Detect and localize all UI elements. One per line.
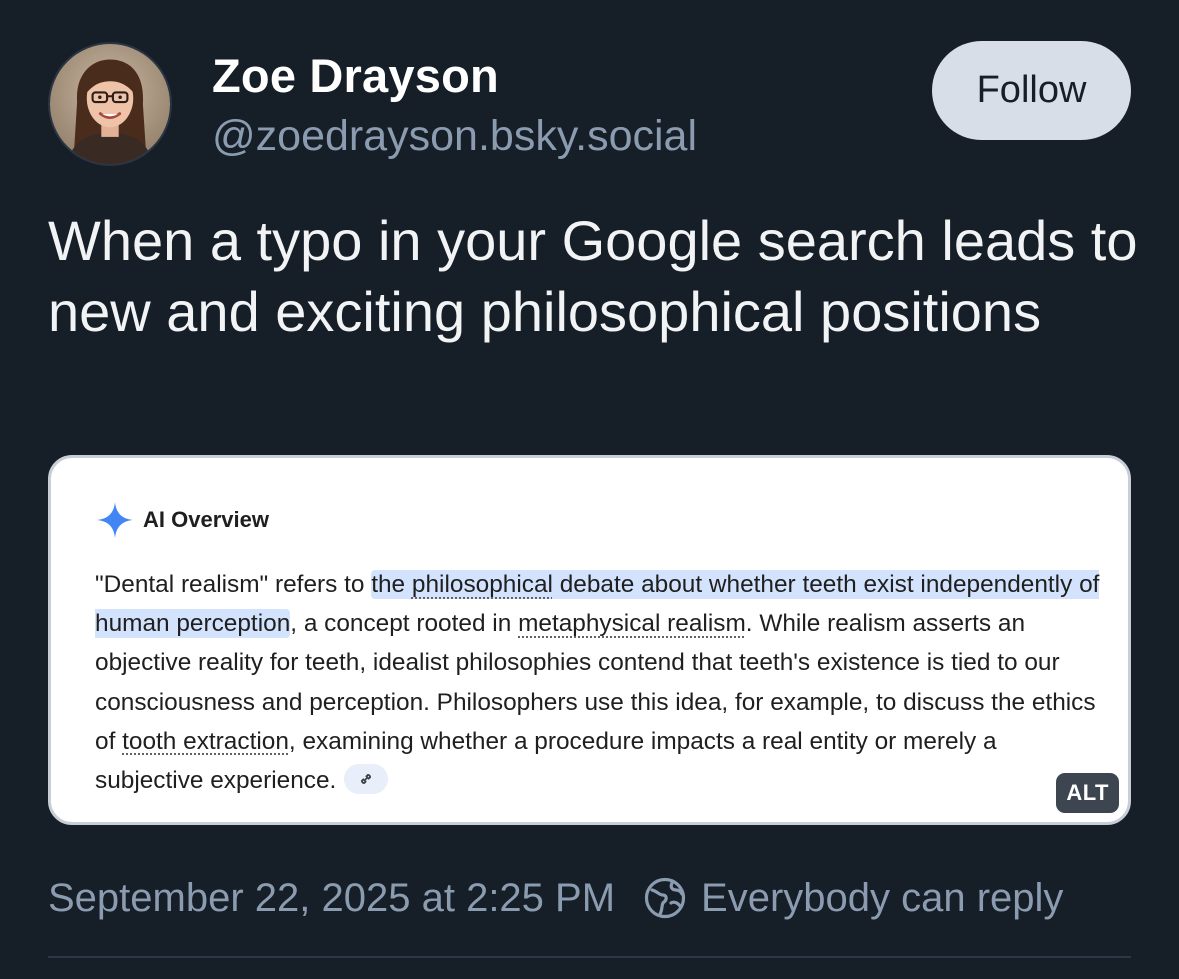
term-tooth-extraction: tooth extraction xyxy=(122,727,289,755)
post-image[interactable]: AI Overview "Dental realism" refers to t… xyxy=(48,455,1131,825)
reply-setting[interactable]: Everybody can reply xyxy=(701,876,1063,921)
ai-overview-header: AI Overview xyxy=(95,500,269,540)
divider xyxy=(48,956,1131,958)
sparkle-icon xyxy=(97,502,133,538)
author-avatar[interactable] xyxy=(48,42,172,166)
post-meta: September 22, 2025 at 2:25 PM Everybody … xyxy=(48,872,1063,924)
term-metaphysical-realism: metaphysical realism xyxy=(518,610,746,638)
term-philosophical: philosophical xyxy=(411,571,553,598)
link-icon xyxy=(361,773,372,784)
avatar-photo xyxy=(50,44,170,164)
ai-overview-title: AI Overview xyxy=(143,507,269,532)
author-display-name[interactable]: Zoe Drayson xyxy=(212,48,499,104)
ai-text-segment: "Dental realism" refers to xyxy=(95,571,372,598)
post-timestamp[interactable]: September 22, 2025 at 2:25 PM xyxy=(48,876,615,921)
ai-overview-text: "Dental realism" refers to the philosoph… xyxy=(95,565,1105,800)
alt-text-badge[interactable]: ALT xyxy=(1056,773,1119,813)
ai-text-segment: , a concept rooted in xyxy=(290,610,519,638)
post-thread-view: Zoe Drayson @zoedrayson.bsky.social Foll… xyxy=(0,0,1179,979)
follow-button[interactable]: Follow xyxy=(932,41,1131,140)
globe-icon xyxy=(644,877,686,919)
post-text: When a typo in your Google search leads … xyxy=(48,209,1138,343)
ai-text-segment: the xyxy=(371,571,412,598)
author-handle[interactable]: @zoedrayson.bsky.social xyxy=(212,110,697,162)
source-link-chip xyxy=(344,763,389,794)
